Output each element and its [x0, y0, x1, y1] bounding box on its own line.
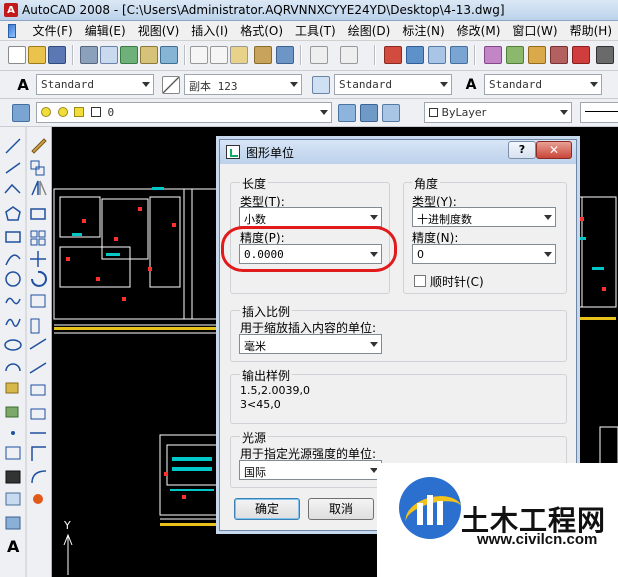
- color-combo[interactable]: ByLayer: [424, 102, 572, 123]
- menu-file[interactable]: 文件(F): [26, 22, 78, 39]
- table-style-icon[interactable]: [312, 76, 330, 94]
- menu-edit[interactable]: 编辑(E): [79, 22, 132, 39]
- menu-modify[interactable]: 修改(M): [451, 22, 507, 39]
- properties-icon[interactable]: [484, 46, 502, 64]
- close-button[interactable]: ✕: [536, 141, 572, 159]
- length-label: 长度: [240, 175, 269, 192]
- toolbar-separator: [300, 45, 302, 65]
- layer-state-icon[interactable]: [382, 104, 400, 122]
- toolbar-separator: [72, 45, 74, 65]
- svg-text:A: A: [7, 537, 20, 556]
- civilcn-logo-icon: [399, 477, 461, 539]
- window-titlebar: A AutoCAD 2008 - [C:\Users\Administrator…: [0, 0, 618, 21]
- toolbar-separator: [474, 45, 476, 65]
- length-type-select[interactable]: 小数: [239, 207, 382, 227]
- layers-toolbar: 0 ByLayer: [0, 99, 618, 127]
- redo-icon[interactable]: [340, 46, 358, 64]
- zoom-realtime-icon[interactable]: [406, 46, 424, 64]
- match-properties-icon[interactable]: [254, 46, 272, 64]
- layer-previous-icon[interactable]: [360, 104, 378, 122]
- toolbar-icons-drawing: A: [4, 127, 47, 577]
- sample-line-1: 1.5,2.0039,0: [240, 384, 310, 397]
- 3d-dwf-icon[interactable]: [160, 46, 178, 64]
- site-watermark: 土木工程网 www.civilcn.com: [377, 463, 618, 577]
- menu-help[interactable]: 帮助(H): [564, 22, 618, 39]
- menu-view[interactable]: 视图(V): [132, 22, 186, 39]
- ok-button[interactable]: 确定: [234, 498, 300, 520]
- text-style-combo[interactable]: Standard: [36, 74, 154, 95]
- new-file-icon[interactable]: [8, 46, 26, 64]
- autocad-logo-icon: A: [4, 3, 18, 17]
- layer-unlock-icon: [74, 107, 85, 117]
- sample-line-2: 3<45,0: [240, 398, 281, 411]
- menu-dimension[interactable]: 标注(N): [396, 22, 450, 39]
- layer-thaw-icon: [57, 107, 68, 117]
- copy-icon[interactable]: [210, 46, 228, 64]
- markup-icon[interactable]: [572, 46, 590, 64]
- precision-highlight-ring: [221, 226, 397, 272]
- publish-icon[interactable]: [140, 46, 158, 64]
- plot-icon[interactable]: [120, 46, 138, 64]
- angle-type-select[interactable]: 十进制度数: [412, 207, 556, 227]
- units-dialog-icon: [226, 145, 240, 159]
- clockwise-label: 顺时针(C): [430, 275, 484, 289]
- linetype-sample: [585, 111, 618, 112]
- dim-style-combo[interactable]: 副本 123: [184, 74, 302, 95]
- zoom-previous-icon[interactable]: [450, 46, 468, 64]
- block-editor-icon[interactable]: [276, 46, 294, 64]
- menu-draw[interactable]: 绘图(D): [342, 22, 397, 39]
- menu-bar: 文件(F) 编辑(E) 视图(V) 插入(I) 格式(O) 工具(T) 绘图(D…: [0, 21, 618, 41]
- text-style-icon[interactable]: A: [14, 76, 32, 94]
- angle-label: 角度: [412, 175, 441, 192]
- standard-toolbar: [0, 41, 618, 71]
- ucs-y-label: Y: [64, 519, 71, 532]
- menu-format[interactable]: 格式(O): [234, 22, 289, 39]
- open-file-icon[interactable]: [28, 46, 46, 64]
- multileader-style-combo[interactable]: Standard: [484, 74, 602, 95]
- zoom-window-icon[interactable]: [428, 46, 446, 64]
- layer-on-icon: [41, 107, 51, 117]
- save-icon[interactable]: [48, 46, 66, 64]
- menu-tools[interactable]: 工具(T): [289, 22, 342, 39]
- sheet-set-icon[interactable]: [550, 46, 568, 64]
- toolbar-separator: [184, 45, 186, 65]
- help-button[interactable]: ?: [508, 141, 536, 159]
- lighting-label: 光源: [240, 429, 269, 446]
- layer-combo[interactable]: 0: [36, 102, 332, 123]
- sample-output-label: 输出样例: [240, 367, 293, 384]
- calculator-icon[interactable]: [596, 46, 614, 64]
- color-swatch-icon: [429, 108, 438, 117]
- dim-style-icon[interactable]: [162, 76, 180, 94]
- linetype-combo[interactable]: [580, 102, 618, 123]
- menu-window[interactable]: 窗口(W): [506, 22, 563, 39]
- insert-scale-label: 插入比例: [240, 303, 293, 320]
- cancel-button[interactable]: 取消: [308, 498, 374, 520]
- layer-manager-icon[interactable]: [12, 104, 30, 122]
- print-icon[interactable]: [80, 46, 98, 64]
- insert-scale-select[interactable]: 毫米: [239, 334, 382, 354]
- styles-toolbar: A Standard 副本 123 Standard A Standard: [0, 71, 618, 99]
- draw-modify-toolbars: A: [0, 127, 52, 577]
- make-current-layer-icon[interactable]: [338, 104, 356, 122]
- menu-insert[interactable]: 插入(I): [185, 22, 234, 39]
- multileader-style-icon[interactable]: A: [462, 76, 480, 94]
- cut-icon[interactable]: [190, 46, 208, 64]
- window-title: AutoCAD 2008 - [C:\Users\Administrator.A…: [22, 3, 505, 17]
- pan-icon[interactable]: [384, 46, 402, 64]
- paste-icon[interactable]: [230, 46, 248, 64]
- watermark-url: www.civilcn.com: [477, 531, 598, 548]
- tool-palettes-icon[interactable]: [528, 46, 546, 64]
- undo-icon[interactable]: [310, 46, 328, 64]
- lighting-units-select[interactable]: 国际: [239, 460, 382, 480]
- table-style-combo[interactable]: Standard: [334, 74, 452, 95]
- print-preview-icon[interactable]: [100, 46, 118, 64]
- dialog-title: 图形单位: [246, 145, 295, 160]
- clockwise-checkbox[interactable]: [414, 275, 426, 287]
- app-menu-icon[interactable]: [8, 23, 17, 38]
- angle-precision-select[interactable]: 0: [412, 244, 556, 264]
- design-center-icon[interactable]: [506, 46, 524, 64]
- toolbar-separator: [374, 45, 376, 65]
- layer-color-icon: [90, 107, 101, 117]
